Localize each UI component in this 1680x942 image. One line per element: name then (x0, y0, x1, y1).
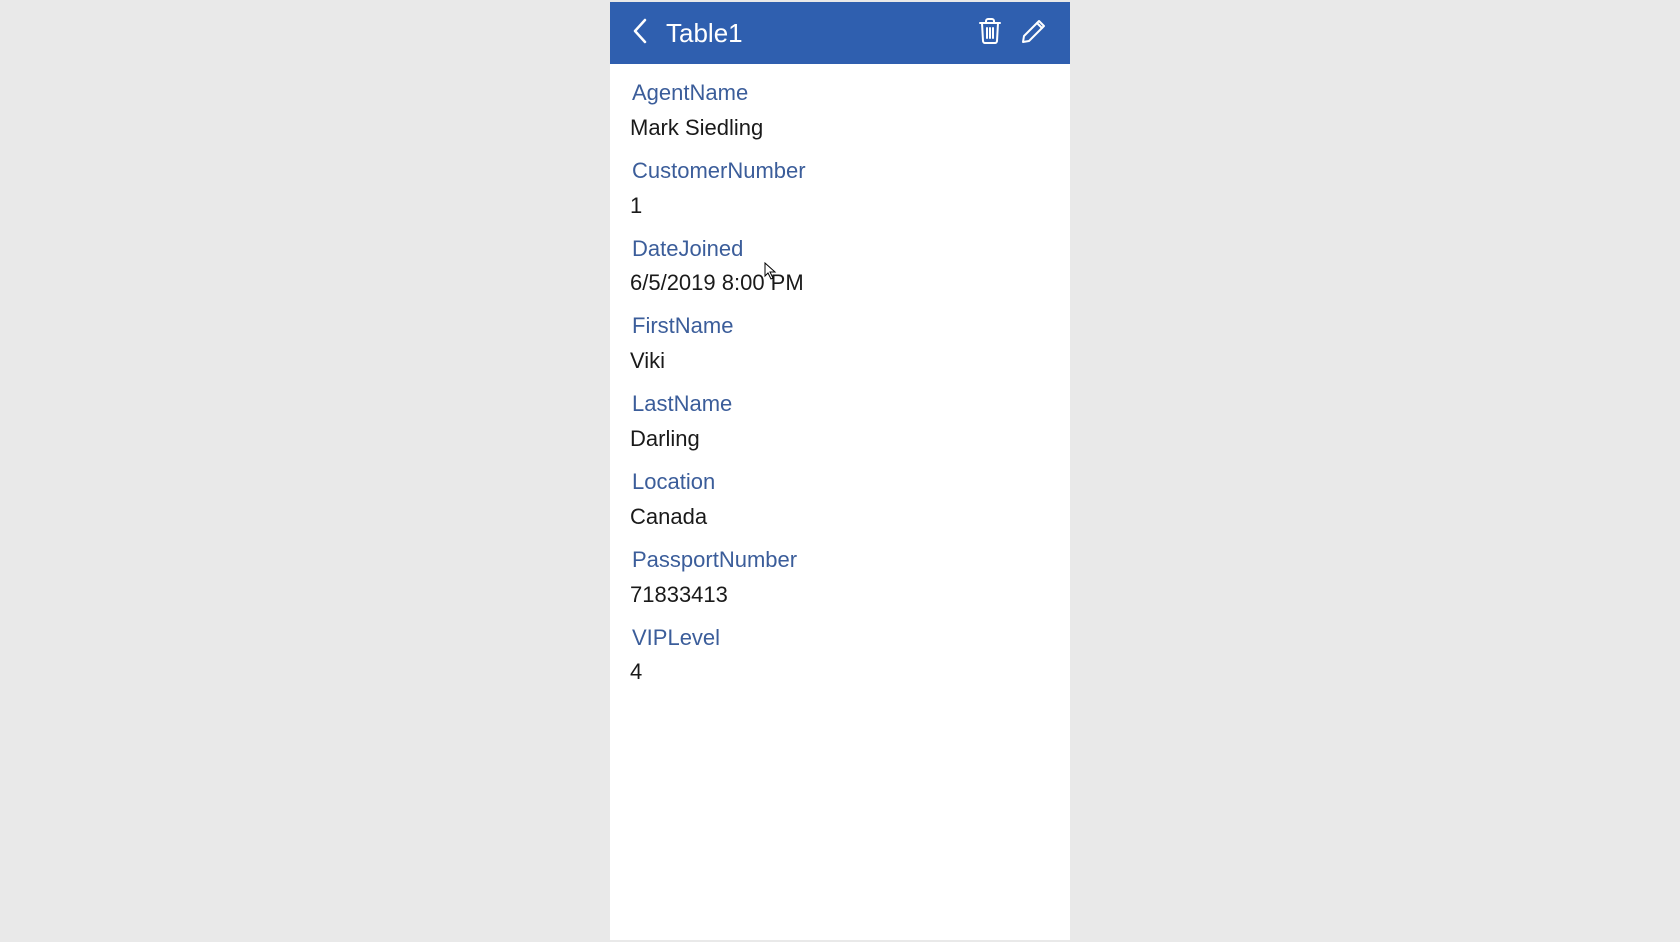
field-value: Canada (630, 500, 1048, 533)
chevron-left-icon (631, 17, 649, 50)
field-value: 1 (630, 189, 1048, 222)
field-label: AgentName (632, 78, 1048, 109)
field-label: CustomerNumber (632, 156, 1048, 187)
field-datejoined: DateJoined 6/5/2019 8:00 PM (632, 230, 1048, 300)
field-label: FirstName (632, 311, 1048, 342)
field-value: Viki (630, 344, 1048, 377)
field-label: PassportNumber (632, 545, 1048, 576)
header-bar: Table1 (610, 2, 1070, 64)
pencil-icon (1021, 18, 1047, 49)
field-value: Darling (630, 422, 1048, 455)
field-location: Location Canada (632, 463, 1048, 533)
field-value: Mark Siedling (630, 111, 1048, 144)
detail-content: AgentName Mark Siedling CustomerNumber 1… (610, 64, 1070, 940)
field-label: Location (632, 467, 1048, 498)
page-title: Table1 (666, 18, 968, 49)
back-button[interactable] (620, 13, 660, 53)
field-passportnumber: PassportNumber 71833413 (632, 541, 1048, 611)
field-customernumber: CustomerNumber 1 (632, 152, 1048, 222)
field-value: 6/5/2019 8:00 PM (630, 266, 1048, 299)
field-viplevel: VIPLevel 4 (632, 619, 1048, 689)
field-label: LastName (632, 389, 1048, 420)
delete-button[interactable] (968, 11, 1012, 55)
field-label: DateJoined (632, 234, 1048, 265)
field-label: VIPLevel (632, 623, 1048, 654)
field-value: 4 (630, 655, 1048, 688)
field-lastname: LastName Darling (632, 385, 1048, 455)
field-value: 71833413 (630, 578, 1048, 611)
field-firstname: FirstName Viki (632, 307, 1048, 377)
app-container: Table1 Age (610, 2, 1070, 940)
trash-icon (978, 18, 1002, 49)
edit-button[interactable] (1012, 11, 1056, 55)
field-agentname: AgentName Mark Siedling (632, 74, 1048, 144)
